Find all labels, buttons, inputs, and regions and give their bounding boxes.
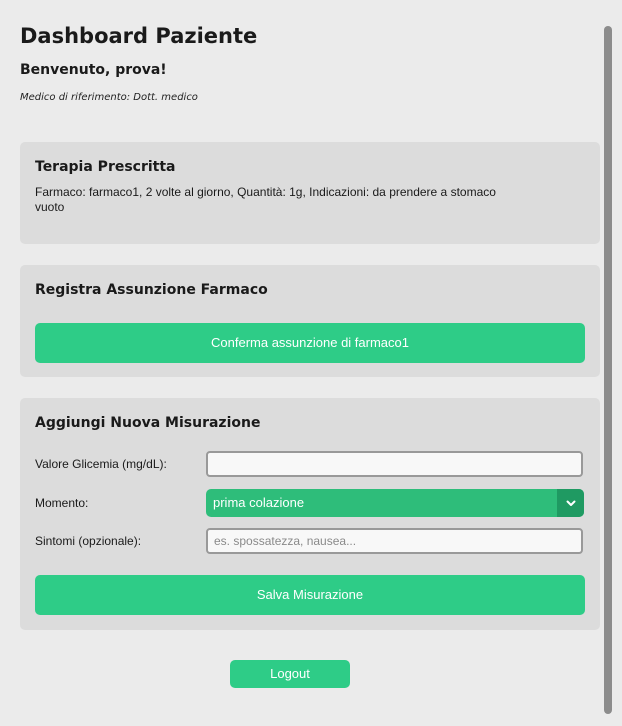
chevron-down-icon[interactable] bbox=[557, 489, 584, 517]
scrollbar[interactable] bbox=[604, 26, 612, 714]
moment-select[interactable]: prima colazione bbox=[206, 489, 584, 517]
measurement-card: Aggiungi Nuova Misurazione Valore Glicem… bbox=[20, 398, 600, 630]
glucose-input[interactable] bbox=[206, 451, 583, 477]
therapy-card: Terapia Prescritta Farmaco: farmaco1, 2 … bbox=[20, 142, 600, 244]
symptoms-label: Sintomi (opzionale): bbox=[35, 534, 142, 548]
welcome-message: Benvenuto, prova! bbox=[20, 62, 167, 78]
intake-card: Registra Assunzione Farmaco Conferma ass… bbox=[20, 265, 600, 377]
logout-button[interactable]: Logout bbox=[230, 660, 350, 688]
therapy-details: Farmaco: farmaco1, 2 volte al giorno, Qu… bbox=[35, 185, 496, 214]
symptoms-input[interactable] bbox=[206, 528, 583, 554]
intake-title: Registra Assunzione Farmaco bbox=[35, 282, 268, 298]
moment-selected-value: prima colazione bbox=[213, 495, 305, 510]
doctor-info: Medico di riferimento: Dott. medico bbox=[20, 92, 198, 103]
moment-label: Momento: bbox=[35, 496, 89, 510]
therapy-title: Terapia Prescritta bbox=[35, 159, 176, 175]
measurement-title: Aggiungi Nuova Misurazione bbox=[35, 415, 261, 431]
confirm-intake-button[interactable]: Conferma assunzione di farmaco1 bbox=[35, 323, 585, 363]
page-title: Dashboard Paziente bbox=[20, 24, 258, 48]
save-measurement-button[interactable]: Salva Misurazione bbox=[35, 575, 585, 615]
glucose-label: Valore Glicemia (mg/dL): bbox=[35, 457, 167, 471]
